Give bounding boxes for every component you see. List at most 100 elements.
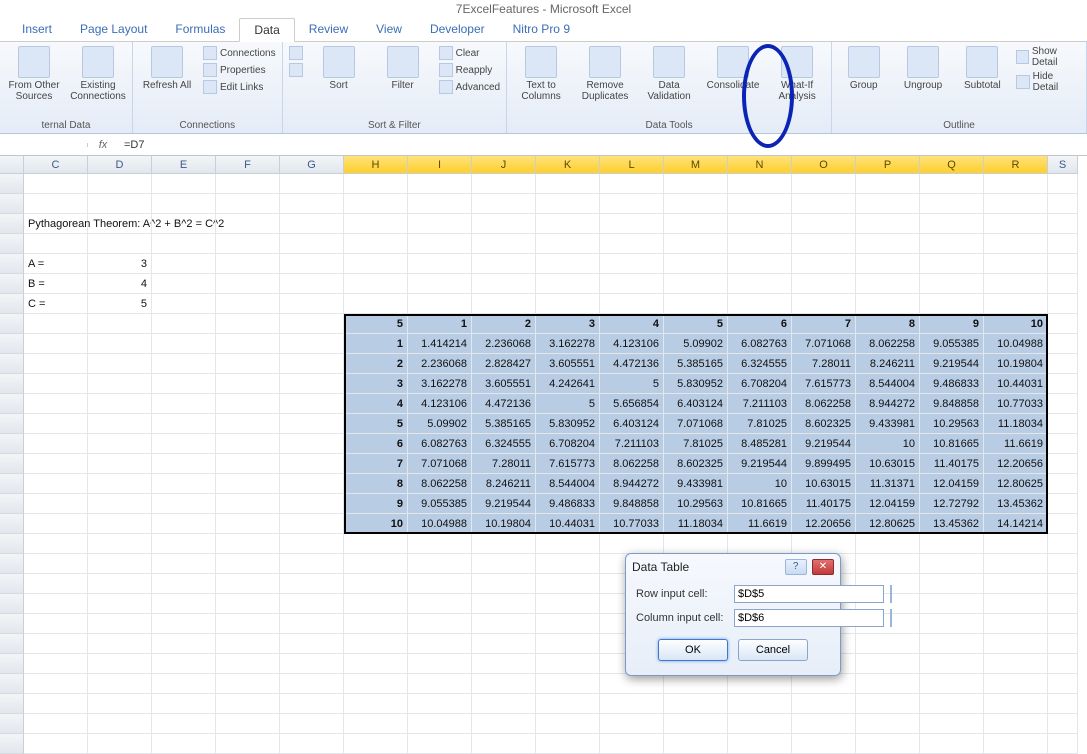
cell[interactable]: 1.414214 (408, 334, 472, 354)
cell[interactable]: 12.20656 (792, 514, 856, 534)
cell[interactable] (920, 534, 984, 554)
cell[interactable]: 5.830952 (536, 414, 600, 434)
cell[interactable]: 10.19804 (472, 514, 536, 534)
cell[interactable] (88, 454, 152, 474)
cell[interactable] (216, 194, 280, 214)
row-header[interactable] (0, 494, 24, 514)
row-header[interactable] (0, 674, 24, 694)
cell[interactable] (984, 574, 1048, 594)
cell[interactable] (536, 714, 600, 734)
cell[interactable] (984, 294, 1048, 314)
cell[interactable] (88, 554, 152, 574)
cell[interactable]: 12.80625 (856, 514, 920, 534)
cell[interactable] (600, 174, 664, 194)
cell[interactable] (1048, 254, 1078, 274)
cell[interactable] (24, 194, 88, 214)
dialog-close-button[interactable]: ✕ (812, 559, 834, 575)
cell[interactable] (216, 514, 280, 534)
cell[interactable] (1048, 474, 1078, 494)
cell[interactable] (792, 174, 856, 194)
ok-button[interactable]: OK (658, 639, 728, 661)
cell[interactable] (152, 554, 216, 574)
cell[interactable] (88, 714, 152, 734)
cell[interactable] (88, 534, 152, 554)
cell[interactable]: 3 (344, 374, 408, 394)
cell[interactable] (856, 234, 920, 254)
cell[interactable] (24, 334, 88, 354)
cell[interactable] (152, 374, 216, 394)
cell[interactable] (792, 714, 856, 734)
what-if-analysis-button[interactable]: What-If Analysis (769, 44, 825, 104)
cell[interactable] (792, 254, 856, 274)
name-box[interactable] (0, 143, 88, 147)
cell[interactable] (728, 534, 792, 554)
cell[interactable] (856, 194, 920, 214)
cell[interactable] (88, 494, 152, 514)
cell[interactable] (1048, 554, 1078, 574)
cell[interactable] (536, 254, 600, 274)
cell[interactable] (664, 194, 728, 214)
cell[interactable] (280, 334, 344, 354)
row-header[interactable] (0, 414, 24, 434)
cell[interactable] (856, 294, 920, 314)
cell[interactable] (1048, 214, 1078, 234)
row-header[interactable] (0, 394, 24, 414)
cell[interactable] (792, 694, 856, 714)
cell[interactable]: 12.72792 (920, 494, 984, 514)
cell[interactable] (472, 714, 536, 734)
cell[interactable] (280, 454, 344, 474)
consolidate-button[interactable]: Consolidate (705, 44, 761, 93)
cell[interactable] (152, 574, 216, 594)
cell[interactable] (152, 294, 216, 314)
cell[interactable] (920, 654, 984, 674)
cell[interactable] (920, 714, 984, 734)
cell[interactable] (664, 234, 728, 254)
cell[interactable] (1048, 314, 1078, 334)
col-input-cell[interactable] (734, 609, 884, 627)
cell[interactable] (792, 294, 856, 314)
cell[interactable] (24, 314, 88, 334)
cell[interactable] (1048, 354, 1078, 374)
cell[interactable]: 2 (344, 354, 408, 374)
cell[interactable] (792, 534, 856, 554)
cell[interactable] (280, 254, 344, 274)
cell[interactable] (472, 694, 536, 714)
cell[interactable] (344, 614, 408, 634)
cell[interactable] (600, 294, 664, 314)
cell[interactable] (664, 174, 728, 194)
text-to-columns-button[interactable]: Text to Columns (513, 44, 569, 104)
cell[interactable] (408, 294, 472, 314)
cell[interactable]: 9.486833 (920, 374, 984, 394)
cell[interactable] (24, 574, 88, 594)
cell[interactable]: 4 (600, 314, 664, 334)
cell[interactable] (856, 534, 920, 554)
cell[interactable] (280, 534, 344, 554)
cell[interactable] (792, 734, 856, 754)
row-header[interactable] (0, 354, 24, 374)
cell[interactable] (920, 214, 984, 234)
cell[interactable]: 1 (344, 334, 408, 354)
cell[interactable] (344, 654, 408, 674)
cell[interactable] (472, 654, 536, 674)
cell[interactable]: 10 (344, 514, 408, 534)
cell[interactable]: 6.403124 (664, 394, 728, 414)
cell[interactable]: 13.45362 (984, 494, 1048, 514)
cell[interactable] (344, 534, 408, 554)
cell[interactable]: 10.63015 (792, 474, 856, 494)
cell[interactable]: 10.44031 (984, 374, 1048, 394)
cell[interactable] (472, 574, 536, 594)
show-detail-button[interactable]: Show Detail (1016, 46, 1080, 68)
cell[interactable] (344, 594, 408, 614)
cell[interactable]: 9.433981 (664, 474, 728, 494)
cell[interactable]: 4 (344, 394, 408, 414)
cell[interactable] (408, 234, 472, 254)
cell[interactable] (920, 574, 984, 594)
cell[interactable] (984, 234, 1048, 254)
cell[interactable] (728, 734, 792, 754)
cell[interactable] (600, 674, 664, 694)
row-header[interactable] (0, 454, 24, 474)
cell[interactable]: 9.219544 (920, 354, 984, 374)
cell[interactable]: 7.28011 (792, 354, 856, 374)
cell[interactable] (984, 614, 1048, 634)
cell[interactable] (408, 674, 472, 694)
